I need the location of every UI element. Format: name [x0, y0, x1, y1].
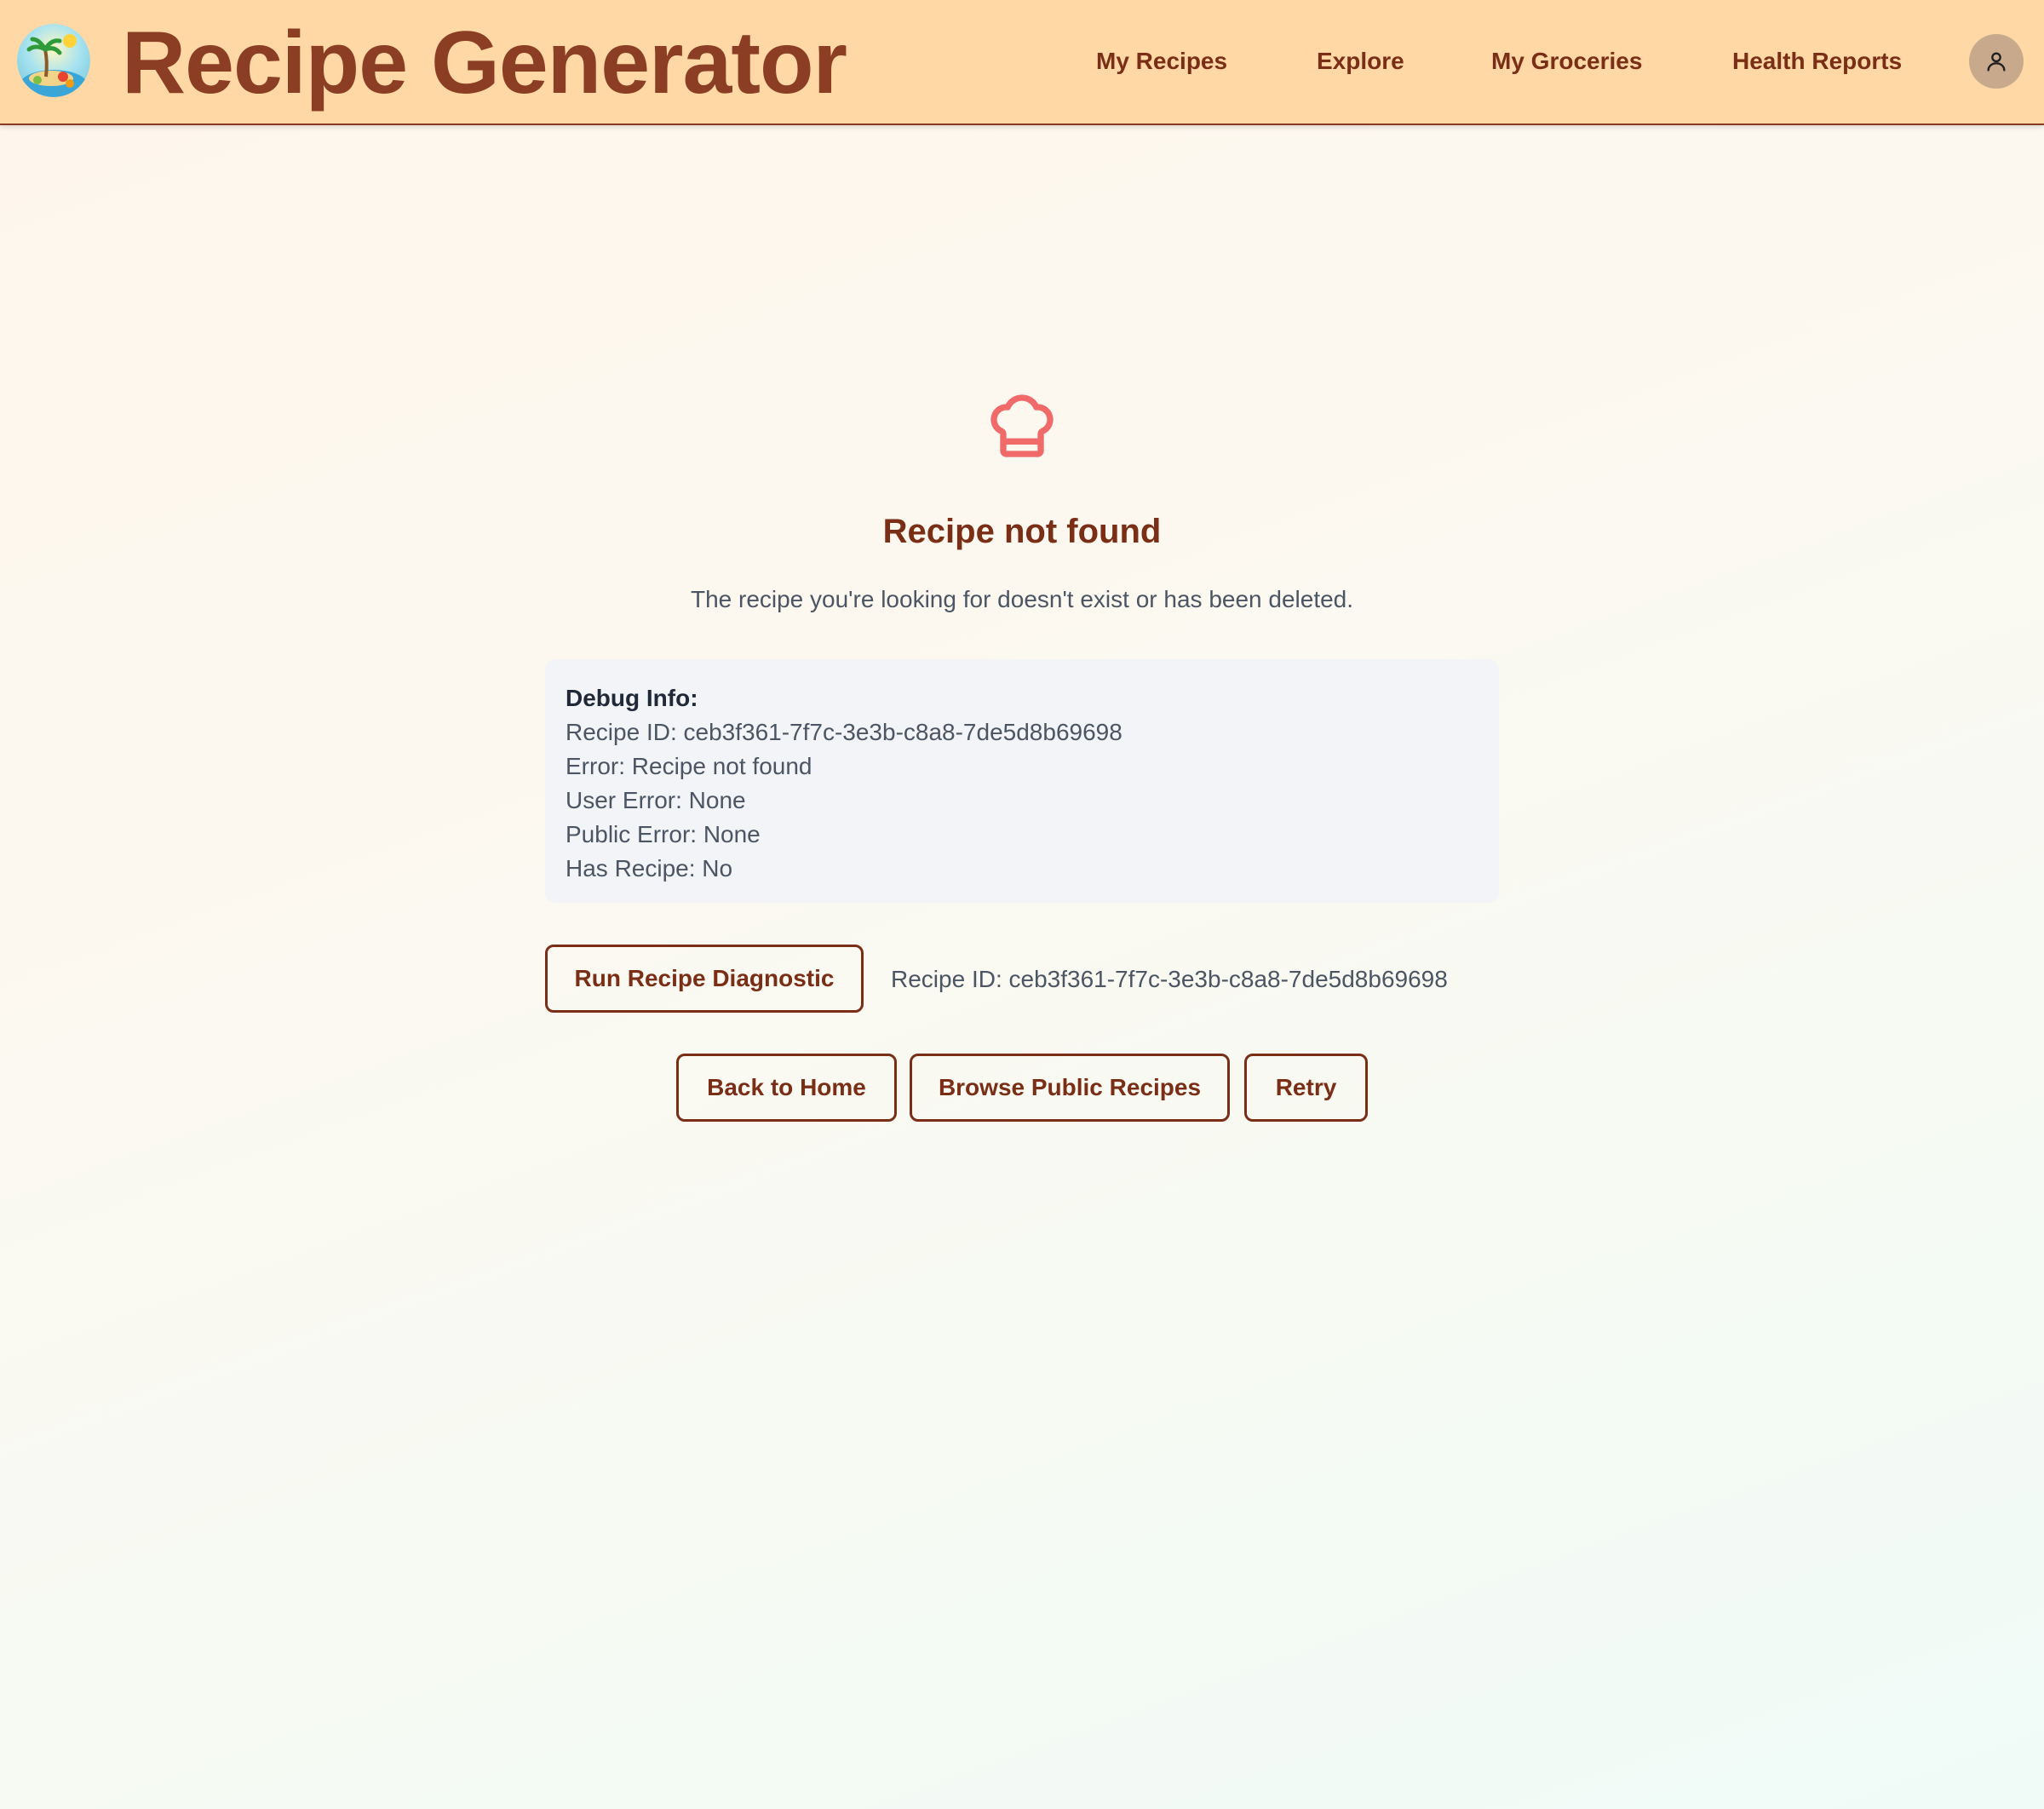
run-recipe-diagnostic-button[interactable]: Run Recipe Diagnostic [545, 945, 864, 1013]
debug-recipe-id: Recipe ID: ceb3f361-7f7c-3e3b-c8a8-7de5d… [566, 719, 1122, 745]
debug-has-recipe: Has Recipe: No [566, 855, 733, 882]
error-message: The recipe you're looking for doesn't ex… [690, 586, 1354, 612]
debug-error: Error: Recipe not found [566, 753, 812, 779]
user-icon [1987, 52, 2006, 72]
debug-user-error: User Error: None [566, 787, 746, 813]
chef-hat-icon [990, 394, 1054, 457]
app-header: Recipe Generator My Recipes Explore My G… [0, 0, 2044, 125]
browse-public-recipes-button[interactable]: Browse Public Recipes [910, 1054, 1230, 1122]
tropical-island-logo-icon[interactable] [17, 24, 90, 97]
debug-info-panel: Debug Info: Recipe ID: ceb3f361-7f7c-3e3… [545, 659, 1499, 903]
nav-explore[interactable]: Explore [1317, 44, 1404, 78]
nav-my-recipes[interactable]: My Recipes [1096, 44, 1227, 78]
nav-health-reports[interactable]: Health Reports [1732, 44, 1902, 78]
app-title[interactable]: Recipe Generator [122, 15, 847, 111]
diagnostic-recipe-id: Recipe ID: ceb3f361-7f7c-3e3b-c8a8-7de5d… [891, 966, 1448, 992]
nav-my-groceries[interactable]: My Groceries [1491, 44, 1642, 78]
debug-info-title: Debug Info: [566, 685, 698, 711]
debug-public-error: Public Error: None [566, 821, 761, 847]
back-to-home-button[interactable]: Back to Home [676, 1054, 897, 1122]
user-avatar-button[interactable] [1969, 34, 2024, 89]
page-title: Recipe not found [882, 513, 1162, 550]
retry-button[interactable]: Retry [1244, 1054, 1368, 1122]
